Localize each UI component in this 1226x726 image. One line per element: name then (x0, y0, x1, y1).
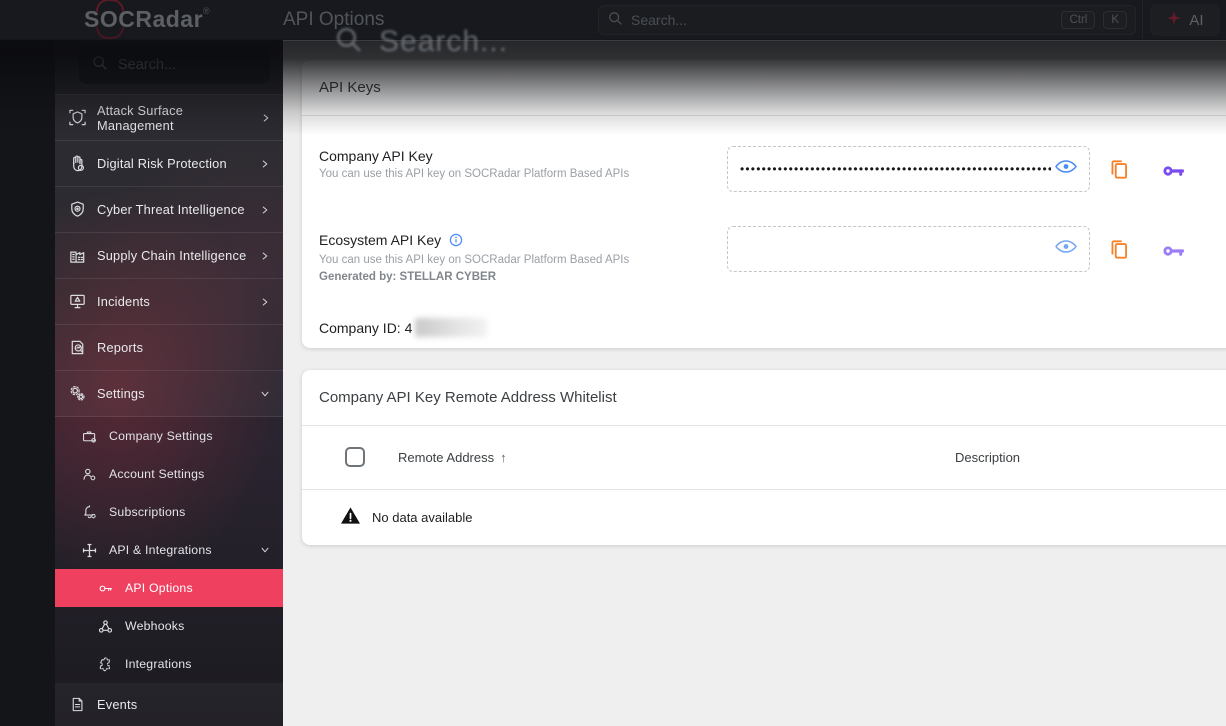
ai-label: AI (1189, 11, 1204, 29)
chevron-down-icon (257, 542, 273, 558)
chevron-right-icon (258, 110, 273, 126)
webhook-icon (95, 616, 115, 636)
page-title: API Options (283, 9, 385, 30)
header-divider (1142, 0, 1143, 40)
puzzle-icon (95, 654, 115, 674)
chevron-right-icon (257, 202, 273, 218)
reveal-eye-icon[interactable] (1052, 237, 1080, 261)
sidebar-item-api-integrations[interactable]: API & Integrations (55, 531, 283, 569)
sidebar-item-events[interactable]: Events (55, 683, 283, 726)
sidebar-nav: Attack Surface Management Digital Risk P… (55, 94, 283, 726)
empty-message: No data available (372, 510, 473, 525)
select-all-checkbox[interactable] (345, 447, 365, 467)
socradar-logo[interactable]: SOCRadar® (84, 0, 210, 39)
ai-assistant-button[interactable]: AI (1150, 4, 1220, 36)
factory-icon (67, 246, 87, 266)
kbd-k: K (1103, 11, 1127, 29)
sidebar-item-integrations[interactable]: Integrations (55, 645, 283, 683)
socradar-app: SOCRadar® API Options Search... Ctrl K A… (0, 0, 1226, 726)
company-id-row: Company ID: 4 (319, 318, 1226, 337)
company-api-key-field[interactable]: ••••••••••••••••••••••••••••••••••••••••… (727, 146, 1090, 192)
column-remote-address[interactable]: Remote Address ↑ (398, 450, 507, 465)
api-cross-icon (79, 540, 99, 560)
sidebar-search-input[interactable]: Search... (78, 44, 271, 85)
search-icon (91, 54, 108, 76)
sidebar-item-incidents[interactable]: Incidents (55, 279, 283, 325)
sidebar: Search... Attack Surface Management Digi… (55, 40, 283, 726)
top-header: SOCRadar® API Options Search... Ctrl K A… (0, 0, 1226, 40)
gears-icon (67, 384, 87, 404)
shield-eye-icon (67, 200, 87, 220)
sidebar-item-company-settings[interactable]: Company Settings (55, 417, 283, 455)
whitelist-card-title: Company API Key Remote Address Whitelist (302, 370, 1226, 426)
shield-scan-icon (67, 108, 87, 128)
chevron-right-icon (257, 156, 273, 172)
sidebar-item-webhooks[interactable]: Webhooks (55, 607, 283, 645)
sidebar-item-cyber-threat-intelligence[interactable]: Cyber Threat Intelligence (55, 187, 283, 233)
logo-radar-icon: O (95, 0, 125, 39)
company-api-key-label-block: Company API Key You can use this API key… (319, 148, 709, 180)
column-description: Description (955, 450, 1021, 465)
sidebar-item-subscriptions[interactable]: Subscriptions (55, 493, 283, 531)
monitor-alert-icon (67, 292, 87, 312)
masked-api-key: ••••••••••••••••••••••••••••••••••••••••… (740, 162, 1051, 176)
ecosystem-api-key-label: Ecosystem API Key (319, 232, 709, 250)
ecosystem-api-key-label-block: Ecosystem API Key You can use this API k… (319, 232, 709, 283)
ecosystem-api-key-field[interactable] (727, 226, 1090, 272)
whitelist-card: Company API Key Remote Address Whitelist… (302, 370, 1226, 545)
copy-icon[interactable] (1106, 236, 1132, 262)
sidebar-item-account-settings[interactable]: Account Settings (55, 455, 283, 493)
key-icon (95, 578, 115, 598)
chevron-down-icon (257, 386, 273, 402)
chevron-right-icon (257, 248, 273, 264)
api-key-icon[interactable] (1162, 238, 1188, 264)
search-placeholder: Search... (631, 12, 688, 28)
hand-icon (67, 154, 87, 174)
main-content: API Keys Company API Key You can use thi… (283, 40, 1226, 726)
sidebar-item-supply-chain-intelligence[interactable]: Supply Chain Intelligence (55, 233, 283, 279)
api-key-icon[interactable] (1162, 158, 1188, 184)
user-gear-icon (79, 464, 99, 484)
company-id-label: Company ID: 4 (319, 319, 413, 336)
search-icon (607, 10, 623, 31)
whitelist-table-header: Remote Address ↑ Description (302, 424, 1226, 490)
briefcase-icon (79, 426, 99, 446)
sidebar-item-settings[interactable]: Settings (55, 371, 283, 417)
copy-icon[interactable] (1106, 156, 1132, 182)
reveal-eye-icon[interactable] (1052, 157, 1080, 181)
sidebar-item-reports[interactable]: Reports (55, 325, 283, 371)
sidebar-item-digital-risk-protection[interactable]: Digital Risk Protection (55, 141, 283, 187)
bell-icon (79, 502, 99, 522)
kbd-ctrl: Ctrl (1061, 11, 1096, 29)
document-icon (67, 695, 87, 715)
report-icon (67, 338, 87, 358)
redacted-company-id (415, 318, 488, 337)
whitelist-empty-row: No data available (302, 490, 1226, 545)
global-search-input[interactable]: Search... Ctrl K (598, 5, 1136, 35)
sidebar-item-api-options[interactable]: API Options (55, 569, 283, 607)
warning-icon (340, 506, 361, 530)
chevron-right-icon (257, 294, 273, 310)
api-keys-card: API Keys Company API Key You can use thi… (302, 60, 1226, 348)
api-keys-card-title: API Keys (302, 60, 1226, 116)
info-icon[interactable] (449, 233, 463, 250)
sparkle-icon (1166, 10, 1182, 31)
company-api-key-label: Company API Key (319, 148, 433, 164)
sort-asc-icon: ↑ (500, 450, 507, 465)
sidebar-item-attack-surface-management[interactable]: Attack Surface Management (55, 95, 283, 141)
generated-by-label: Generated by: STELLAR CYBER (319, 271, 496, 283)
